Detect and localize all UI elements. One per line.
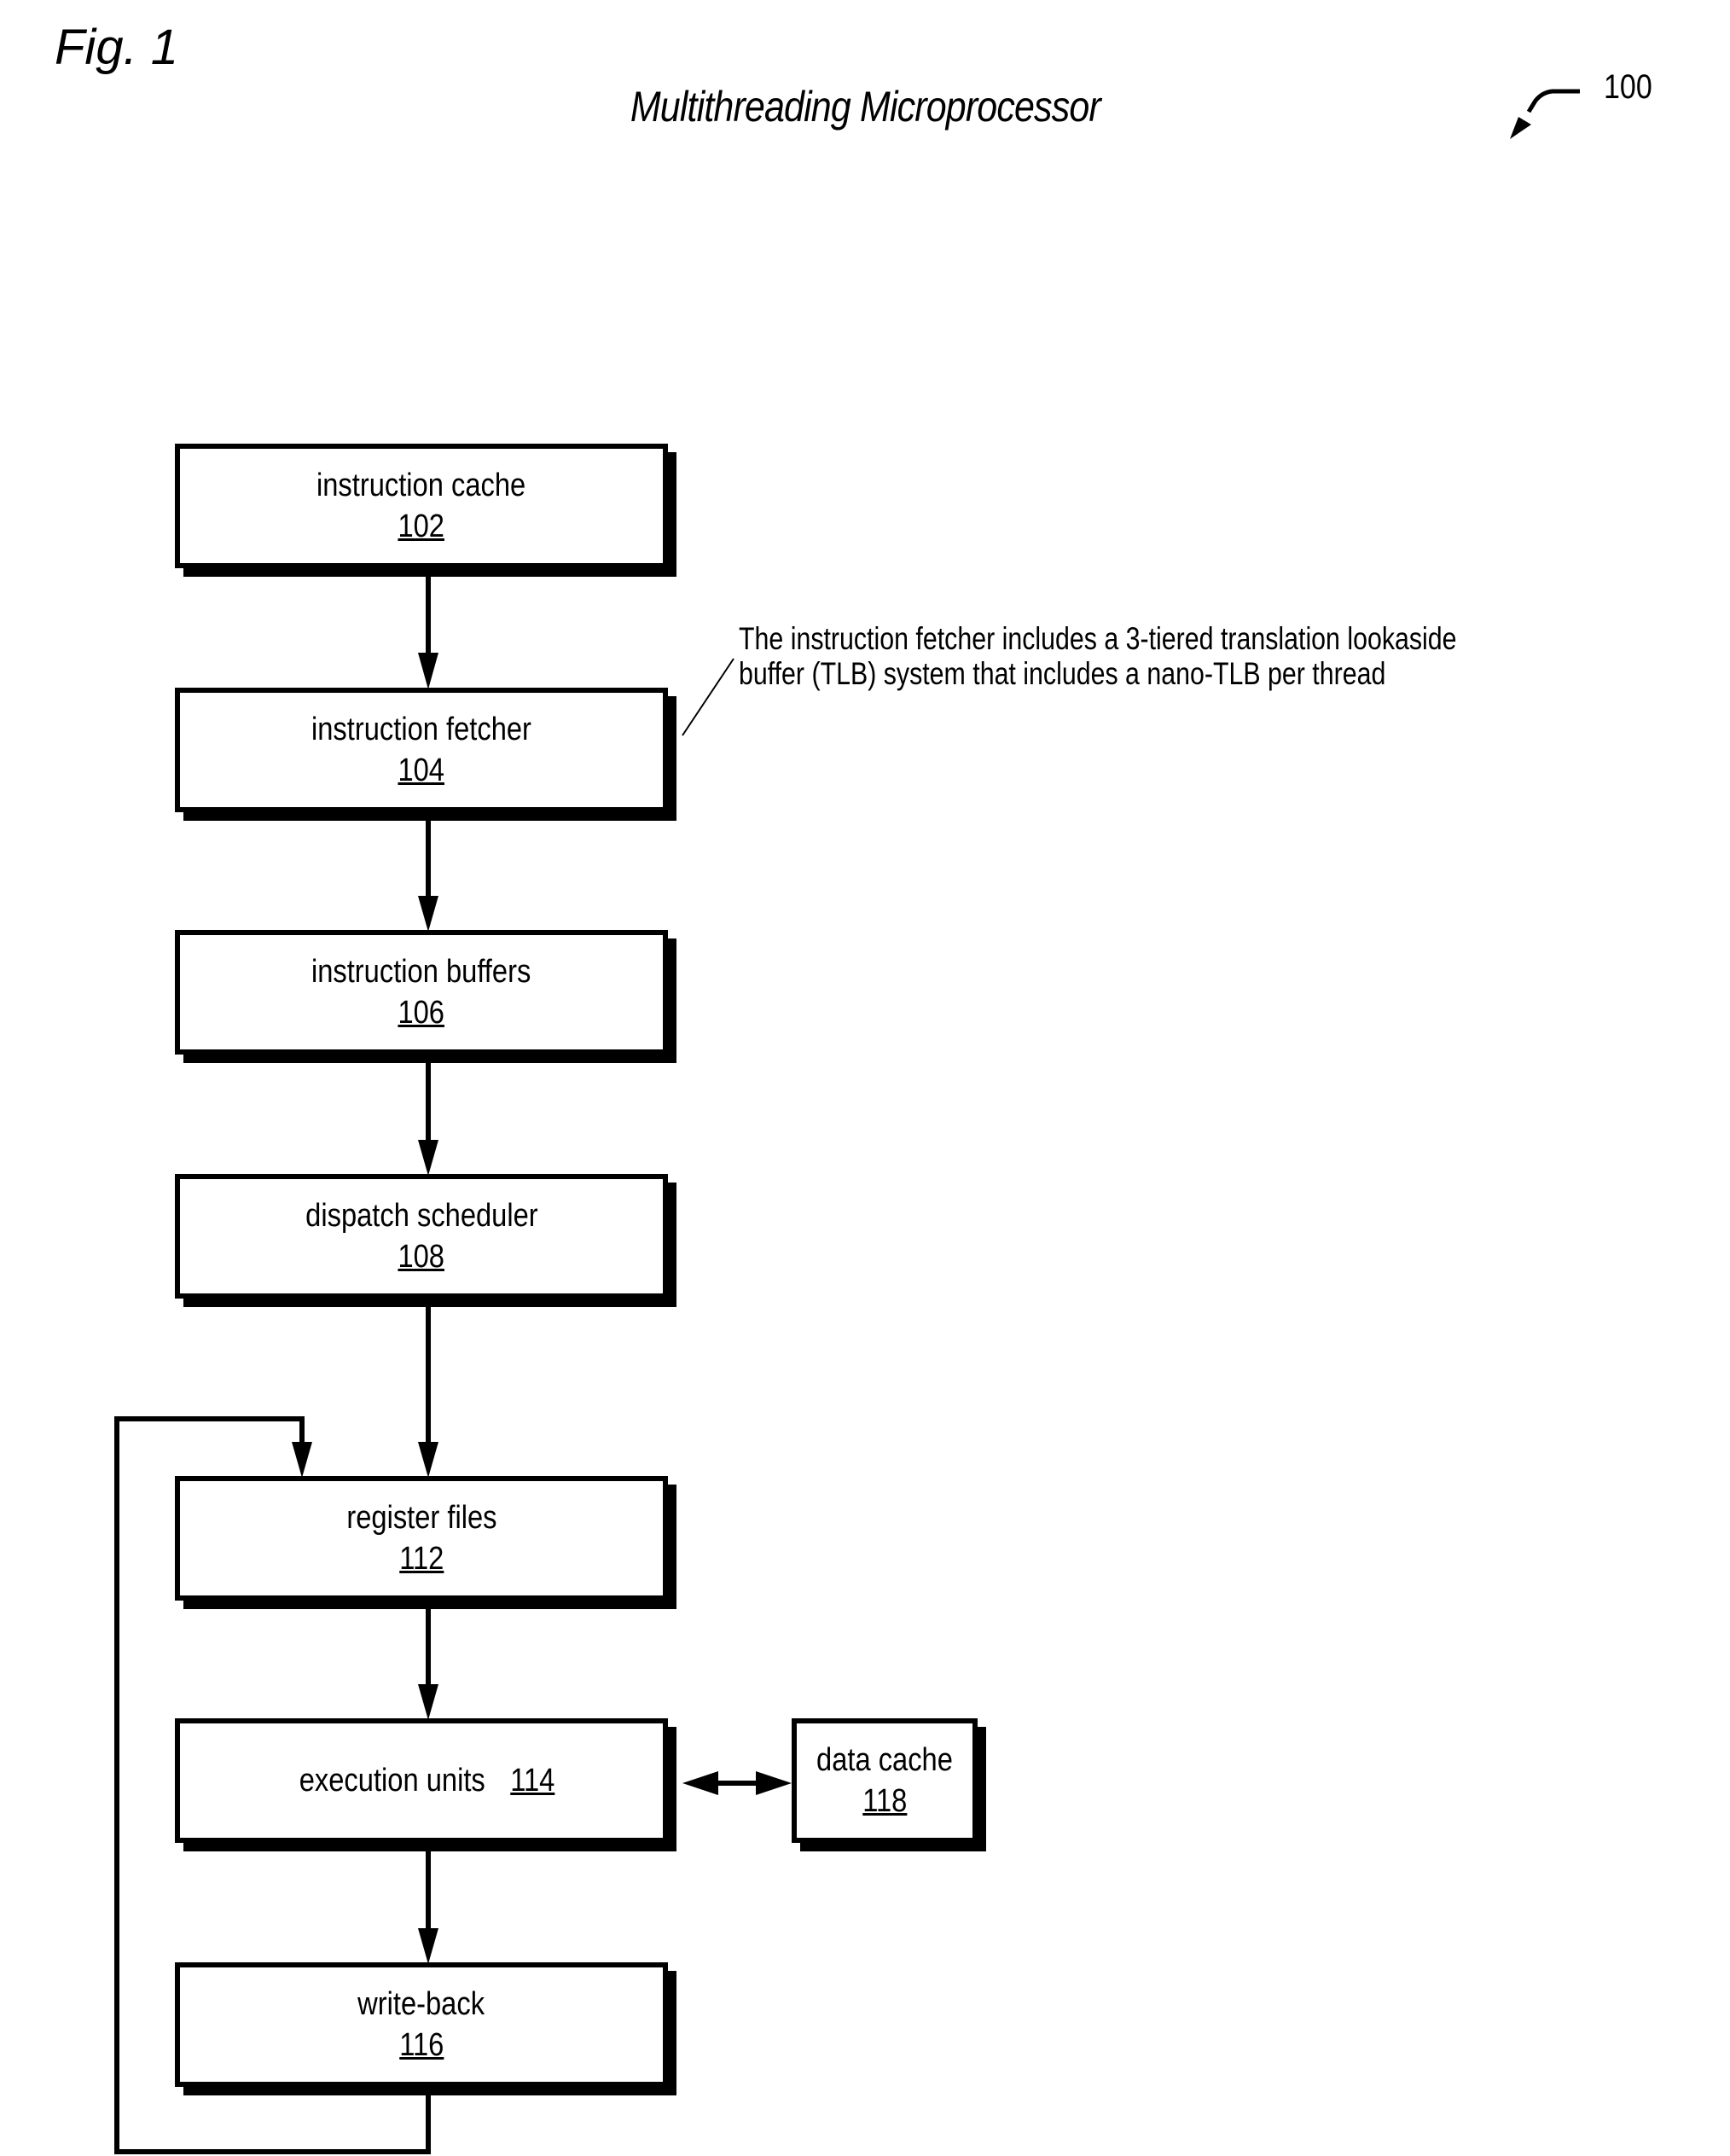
block-number: 114	[510, 1763, 555, 1799]
reference-arrowhead	[1510, 117, 1531, 139]
block-register-files: register files 112	[175, 1476, 668, 1601]
arrowhead-116	[418, 1928, 438, 1964]
block-label: register files	[345, 1500, 497, 1536]
block-dispatch-scheduler: dispatch scheduler 108	[175, 1174, 668, 1299]
block-label: dispatch scheduler	[305, 1198, 538, 1234]
arrowhead-114	[418, 1684, 438, 1720]
block-number: 112	[398, 1541, 444, 1577]
annotation-note: The instruction fetcher includes a 3-tie…	[739, 621, 1457, 691]
block-instruction-cache: instruction cache 102	[175, 444, 668, 568]
block-label: instruction fetcher	[311, 712, 531, 747]
annotation-line-2: buffer (TLB) system that includes a nano…	[739, 656, 1386, 691]
block-number: 102	[398, 508, 445, 544]
annotation-leader-line	[682, 658, 734, 736]
arrowhead-to-118	[756, 1771, 792, 1795]
arrowhead-to-114	[682, 1771, 718, 1795]
arrowhead-104	[418, 653, 438, 689]
block-execution-units: execution units 114	[175, 1718, 668, 1843]
block-label: execution units	[299, 1763, 485, 1799]
block-instruction-buffers: instruction buffers 106	[175, 930, 668, 1055]
block-number: 118	[862, 1783, 908, 1819]
block-data-cache: data cache 118	[792, 1718, 978, 1843]
annotation-line-1: The instruction fetcher includes a 3-tie…	[739, 621, 1457, 656]
block-label: data cache	[816, 1742, 953, 1778]
reference-arrow	[1526, 89, 1580, 113]
arrowhead-108	[418, 1140, 438, 1176]
arrowhead-106	[418, 896, 438, 932]
block-label: instruction buffers	[311, 954, 531, 990]
arrowhead-112	[418, 1442, 438, 1478]
block-label: instruction cache	[316, 468, 526, 503]
block-number: 104	[398, 753, 445, 788]
block-number: 106	[398, 995, 445, 1031]
block-label: write-back	[357, 1986, 485, 2022]
arrowhead-112-loop	[292, 1442, 312, 1478]
block-write-back: write-back 116	[175, 1962, 668, 2087]
block-instruction-fetcher: instruction fetcher 104	[175, 688, 668, 812]
block-number: 108	[398, 1239, 445, 1275]
block-number: 116	[398, 2027, 444, 2063]
